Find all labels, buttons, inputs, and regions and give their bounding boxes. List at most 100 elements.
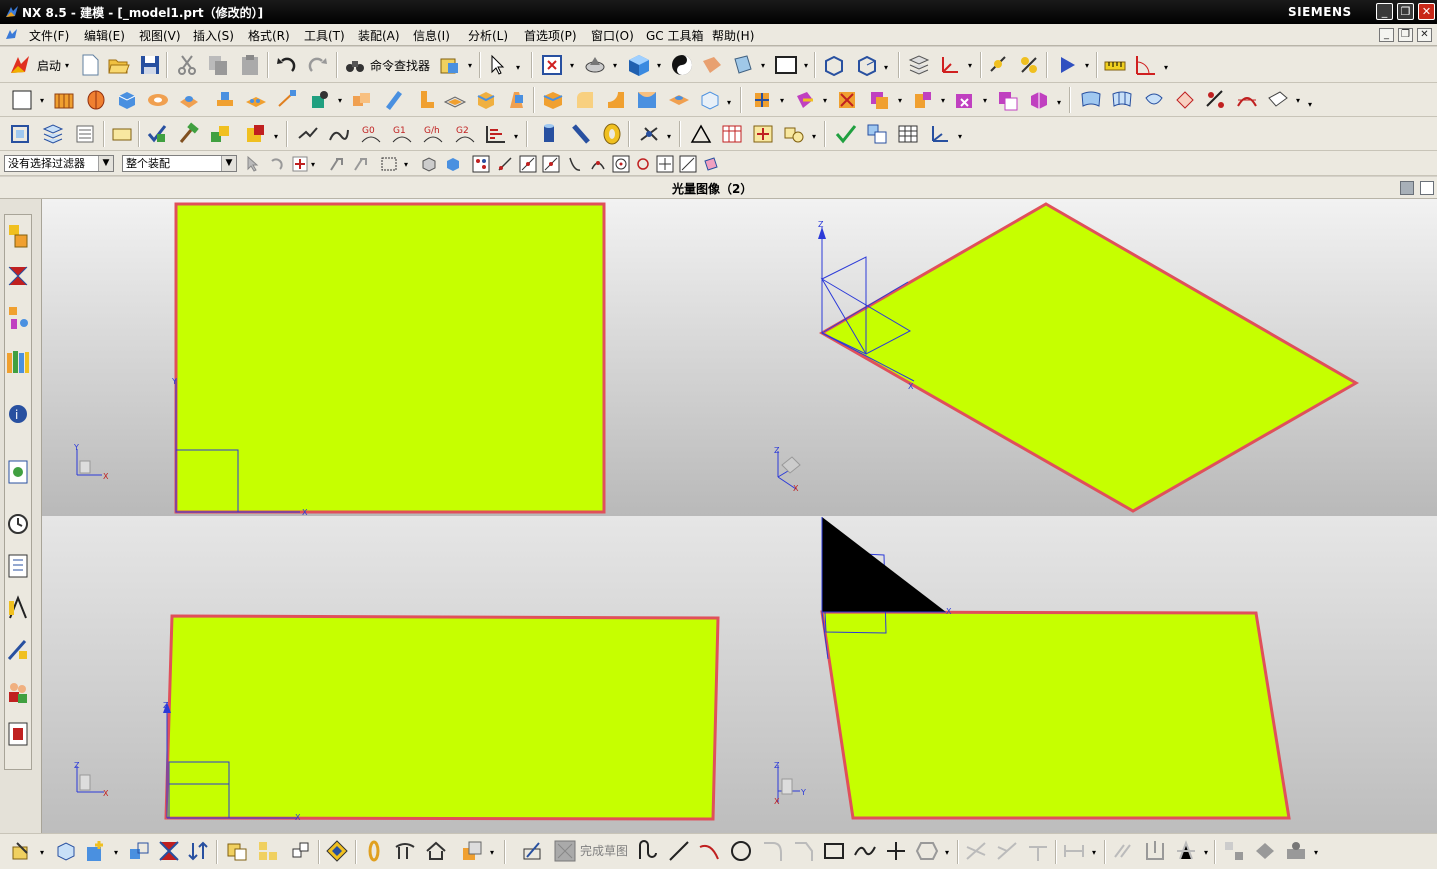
- sheet-face-top-view[interactable]: [174, 202, 606, 514]
- viewport-canvas[interactable]: Y X Y X Z X Z X Z X Z X X Z Y X: [42, 199, 1437, 833]
- start-icon[interactable]: [8, 53, 32, 77]
- reference-set-icon[interactable]: [865, 122, 889, 146]
- minimize-button[interactable]: _: [1376, 3, 1393, 20]
- sketch-icon[interactable]: [10, 88, 34, 112]
- hide-show-icon[interactable]: [637, 122, 661, 146]
- geometric-constraint-icon[interactable]: [1112, 839, 1136, 863]
- wcs-icon[interactable]: [938, 53, 962, 77]
- wave-link-icon[interactable]: [225, 839, 249, 863]
- menu-file[interactable]: 文件(F): [29, 27, 69, 44]
- mirror-assembly-icon[interactable]: [288, 839, 312, 863]
- edge-blend-icon[interactable]: [541, 88, 565, 112]
- menu-edit[interactable]: 编辑(E): [84, 27, 125, 44]
- assembly-cut-icon[interactable]: [460, 839, 484, 863]
- pipe-icon[interactable]: [569, 122, 593, 146]
- chevron-down-icon[interactable]: ▼: [98, 156, 113, 171]
- hole-icon[interactable]: [146, 88, 170, 112]
- doc-close-button[interactable]: ✕: [1417, 28, 1432, 42]
- fillet-icon[interactable]: [761, 839, 785, 863]
- part-navigator-icon[interactable]: [5, 303, 31, 333]
- measure-distance-icon[interactable]: [1103, 53, 1127, 77]
- move-object-icon[interactable]: [1017, 53, 1041, 77]
- table-icon[interactable]: [720, 122, 744, 146]
- web-browser-icon[interactable]: [5, 457, 31, 487]
- select-all-points-icon[interactable]: [472, 155, 490, 173]
- paste-icon[interactable]: [238, 53, 262, 77]
- assembly-constraint-icon[interactable]: [157, 839, 181, 863]
- isometric-view-icon[interactable]: [855, 53, 879, 77]
- maximize-view-icon[interactable]: [1420, 181, 1434, 195]
- text-note-icon[interactable]: [110, 122, 134, 146]
- hammer-icon[interactable]: [176, 122, 200, 146]
- curve-rule-icon[interactable]: [352, 155, 370, 173]
- circle-center-icon[interactable]: [612, 155, 630, 173]
- shaded-cube-icon[interactable]: [627, 53, 651, 77]
- spreadsheet-icon[interactable]: [896, 122, 920, 146]
- extrude-icon[interactable]: [52, 88, 76, 112]
- datum-plane-icon[interactable]: [276, 88, 300, 112]
- command-finder-button[interactable]: 命令查找器: [370, 57, 430, 74]
- rectangle-select-icon[interactable]: [380, 155, 398, 173]
- finish-sketch-button[interactable]: 完成草图: [580, 842, 628, 859]
- manufacturing-wizard-icon[interactable]: [5, 635, 31, 665]
- type-filter-select[interactable]: 没有选择过滤器 ▼: [4, 155, 114, 172]
- subtract-icon[interactable]: [381, 88, 405, 112]
- studio-surface-icon[interactable]: [1204, 88, 1228, 112]
- line-icon[interactable]: [667, 839, 691, 863]
- delete-face-icon[interactable]: [835, 88, 859, 112]
- snap-point-filter-icon[interactable]: [291, 155, 309, 173]
- point-on-face-icon[interactable]: [702, 155, 720, 173]
- offset-region-icon[interactable]: [911, 88, 935, 112]
- replace-face-icon[interactable]: [867, 88, 891, 112]
- make-corner-icon[interactable]: [1026, 839, 1050, 863]
- mirror-face-icon[interactable]: [1027, 88, 1051, 112]
- menu-gc-toolbox[interactable]: GC 工具箱: [646, 27, 704, 44]
- hd3d-tools-icon[interactable]: i: [5, 399, 31, 429]
- g1-continuity-icon[interactable]: G1: [390, 122, 414, 146]
- resize-face-icon[interactable]: [953, 88, 977, 112]
- intersection-point-icon[interactable]: [566, 155, 584, 173]
- graphics-window[interactable]: Y X Y X Z X Z X Z X Z X X Z Y X: [42, 199, 1437, 833]
- arc-center-icon[interactable]: [589, 155, 607, 173]
- circle-icon[interactable]: [729, 839, 753, 863]
- quadrant-point-icon[interactable]: [634, 155, 652, 173]
- finish-sketch-icon[interactable]: [553, 839, 577, 863]
- menu-analysis[interactable]: 分析(L): [468, 27, 508, 44]
- point-plus-icon[interactable]: [884, 839, 908, 863]
- reorder-icon[interactable]: [187, 839, 211, 863]
- reuse-library-icon[interactable]: [5, 347, 31, 377]
- exploded-view-icon[interactable]: [325, 839, 349, 863]
- doc-restore-button[interactable]: ❐: [1398, 28, 1413, 42]
- check-geometry-icon[interactable]: [145, 122, 169, 146]
- through-curve-mesh-icon[interactable]: [1110, 88, 1134, 112]
- part-window-icon[interactable]: [5, 28, 19, 42]
- trim-sheet-icon[interactable]: [1266, 88, 1290, 112]
- face-blend-icon[interactable]: [604, 88, 628, 112]
- offset-face-icon[interactable]: [474, 88, 498, 112]
- rotate-view-icon[interactable]: [583, 53, 607, 77]
- thicken-icon[interactable]: [667, 88, 691, 112]
- menu-view[interactable]: 视图(V): [139, 27, 181, 44]
- show-constraints-icon[interactable]: [1143, 839, 1167, 863]
- assembly-load-icon[interactable]: [438, 53, 462, 77]
- surface-from-points-icon[interactable]: [1079, 88, 1103, 112]
- styled-blend-icon[interactable]: [1235, 88, 1259, 112]
- profile-icon[interactable]: [636, 839, 660, 863]
- revolve-icon[interactable]: [84, 88, 108, 112]
- control-point-icon[interactable]: [542, 155, 560, 173]
- end-point-icon[interactable]: [496, 155, 514, 173]
- system-scenes-icon[interactable]: [5, 719, 31, 749]
- pattern-icon[interactable]: [244, 88, 268, 112]
- symbol-table-icon[interactable]: [751, 122, 775, 146]
- studio-spline-icon[interactable]: [853, 839, 877, 863]
- torus-icon[interactable]: [600, 122, 624, 146]
- chevron-down-icon[interactable]: ▼: [221, 156, 236, 171]
- menu-insert[interactable]: 插入(S): [193, 27, 234, 44]
- sketch-task-icon[interactable]: [9, 839, 33, 863]
- sphere-icon[interactable]: [698, 88, 722, 112]
- open-file-icon[interactable]: [107, 53, 131, 77]
- restore-button[interactable]: ❐: [1397, 3, 1414, 20]
- block-icon[interactable]: [115, 88, 139, 112]
- redo-icon[interactable]: [306, 53, 330, 77]
- validate-icon[interactable]: [834, 122, 858, 146]
